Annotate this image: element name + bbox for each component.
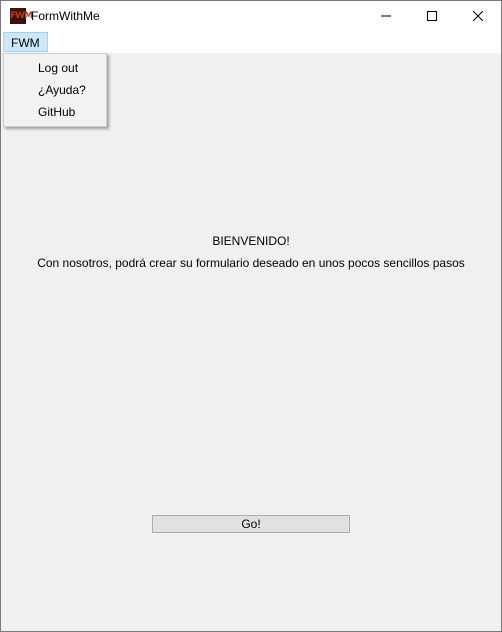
maximize-icon (427, 11, 437, 21)
welcome-subtitle: Con nosotros, podrá crear su formulario … (37, 256, 465, 270)
app-logo-icon: FWM (10, 8, 33, 24)
menu-bar: FWM (1, 31, 501, 53)
menu-item-log-out[interactable]: Log out (5, 57, 105, 79)
go-button[interactable]: Go! (152, 515, 350, 533)
window-title: FormWithMe (31, 9, 100, 23)
welcome-heading: BIENVENIDO! (212, 234, 290, 248)
close-button[interactable] (455, 1, 501, 31)
minimize-button[interactable] (363, 1, 409, 31)
maximize-button[interactable] (409, 1, 455, 31)
title-bar[interactable]: FWM FormWithMe (1, 1, 501, 31)
fwm-dropdown-menu: Log out ¿Ayuda? GitHub (3, 53, 107, 127)
menu-item-ayuda[interactable]: ¿Ayuda? (5, 79, 105, 101)
minimize-icon (381, 15, 391, 17)
app-window: FWM FormWithMe FWM BIENVENIDO! Con nosot… (0, 0, 502, 632)
menu-fwm[interactable]: FWM (3, 32, 48, 52)
close-icon (473, 11, 483, 21)
menu-item-github[interactable]: GitHub (5, 101, 105, 123)
